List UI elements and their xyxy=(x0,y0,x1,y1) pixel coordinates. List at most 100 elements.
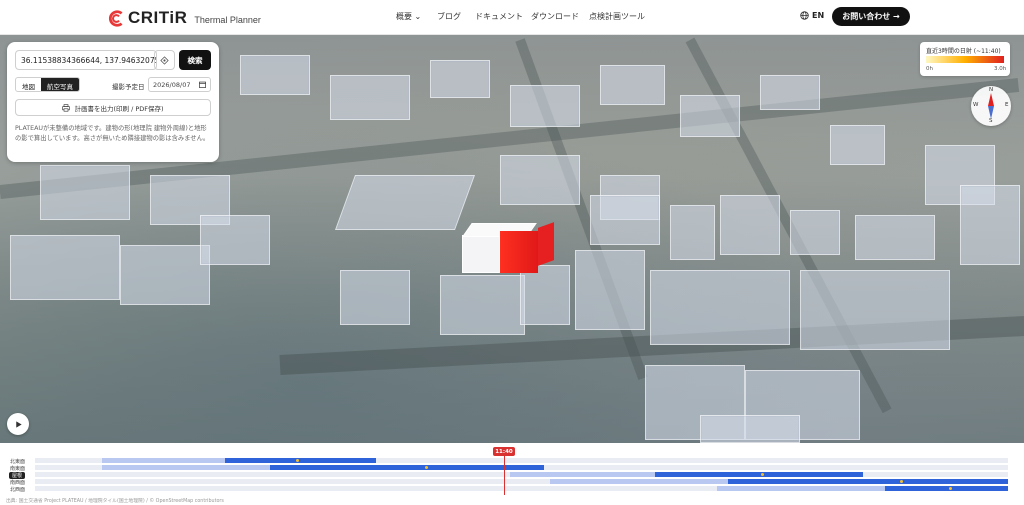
control-panel: 36.11538834366644, 137.9463207566 検索 地図 … xyxy=(7,42,219,162)
compass-widget[interactable]: N E S W xyxy=(971,86,1011,126)
timeline-segment xyxy=(728,479,1008,484)
calendar-icon xyxy=(199,81,206,88)
brand-name: CRITiR xyxy=(128,8,188,27)
building xyxy=(855,215,935,260)
sun-peak-marker xyxy=(900,480,903,483)
current-location-button[interactable] xyxy=(154,50,175,70)
building xyxy=(700,415,800,443)
view-map-tab[interactable]: 地図 xyxy=(16,78,41,91)
view-toggle: 地図 航空写真 xyxy=(15,77,80,92)
timeline-segment xyxy=(885,486,1008,491)
timeline-row[interactable] xyxy=(35,486,1008,491)
legend-color-scale xyxy=(926,56,1004,63)
printer-icon xyxy=(62,103,71,112)
building xyxy=(200,215,270,265)
building xyxy=(40,165,130,220)
target-building[interactable] xyxy=(462,222,557,273)
sun-peak-marker xyxy=(949,487,952,490)
building xyxy=(680,95,740,137)
plateau-notice: PLATEAUが未整備の地域です。建物の形(地理院 建物外周線)と地形の影で算出… xyxy=(15,125,210,142)
timeline-row[interactable] xyxy=(35,472,1008,477)
compass-e: E xyxy=(1005,102,1009,108)
heat-face-sw xyxy=(500,231,538,273)
building xyxy=(790,210,840,255)
sun-peak-marker xyxy=(296,459,299,462)
timeline-segment xyxy=(550,479,728,484)
building xyxy=(340,270,410,325)
legend-min-label: 0h xyxy=(926,66,933,72)
building xyxy=(760,75,820,110)
timeline-row-label: 南東面 xyxy=(10,466,26,472)
heat-face-se xyxy=(538,222,554,266)
building xyxy=(510,85,580,127)
building xyxy=(670,205,715,260)
nav-overview[interactable]: 概要 ⌄ xyxy=(396,11,421,22)
compass-w: W xyxy=(973,102,979,108)
nav-download[interactable]: ダウンロード xyxy=(531,11,579,22)
language-switch[interactable]: EN xyxy=(800,11,824,20)
building xyxy=(830,125,885,165)
timeline-segment xyxy=(717,486,885,491)
building xyxy=(334,175,476,230)
building xyxy=(650,270,790,345)
attribution-text: 出典: 国土交通省 Project PLATEAU / 地理院タイル(国土地理院… xyxy=(6,499,224,504)
compass-n: N xyxy=(989,87,994,93)
export-plan-label: 計画書を出力(印刷 / PDF保存) xyxy=(74,104,164,113)
globe-icon xyxy=(800,11,809,20)
building xyxy=(430,60,490,98)
building xyxy=(440,275,525,335)
current-time-indicator[interactable] xyxy=(504,455,505,495)
timeline-segment xyxy=(270,465,544,470)
building xyxy=(800,270,950,350)
brand-subtitle: Thermal Planner xyxy=(194,15,261,25)
brand-logo[interactable]: CRITiR Thermal Planner xyxy=(108,8,261,28)
building xyxy=(720,195,780,255)
timeline-row-label: 北西面 xyxy=(10,487,26,493)
export-plan-button[interactable]: 計画書を出力(印刷 / PDF保存) xyxy=(15,99,211,116)
building xyxy=(520,265,570,325)
building xyxy=(600,65,665,105)
nav-blog[interactable]: ブログ xyxy=(437,11,461,22)
building xyxy=(10,235,120,300)
coordinates-input[interactable]: 36.11538834366644, 137.9463207566 xyxy=(15,50,157,70)
timeline-row-label: 北東面 xyxy=(10,459,26,465)
timeline-segment xyxy=(655,472,863,477)
target-building-face xyxy=(462,235,500,273)
building xyxy=(960,185,1020,265)
building xyxy=(575,250,645,330)
view-aerial-tab[interactable]: 航空写真 xyxy=(41,78,79,91)
shooting-date-label: 撮影予定日 xyxy=(112,83,145,91)
language-label: EN xyxy=(812,11,825,20)
timeline-segment xyxy=(225,458,376,463)
play-icon xyxy=(15,420,22,428)
timeline-segment xyxy=(102,458,225,463)
contact-button[interactable]: お問い合わせ → xyxy=(832,7,910,26)
nav-inspection-tool[interactable]: 点検計画ツール xyxy=(589,11,645,22)
logo-mark-icon xyxy=(109,9,123,27)
shooting-date-input[interactable]: 2026/08/07 xyxy=(148,77,211,92)
timeline-row[interactable] xyxy=(35,479,1008,484)
building xyxy=(330,75,410,120)
timeline-row[interactable] xyxy=(35,465,1008,470)
timeline-row-label: 南西面 xyxy=(10,480,26,486)
search-button[interactable]: 検索 xyxy=(179,50,211,70)
building xyxy=(590,195,660,245)
building xyxy=(500,155,580,205)
timeline-row[interactable] xyxy=(35,458,1008,463)
sun-peak-marker xyxy=(425,466,428,469)
play-button[interactable] xyxy=(7,413,29,435)
building xyxy=(240,55,310,95)
compass-s: S xyxy=(989,118,993,124)
top-header: CRITiR Thermal Planner 概要 ⌄ ブログ ドキュメント ダ… xyxy=(0,0,1024,35)
shooting-date-value: 2026/08/07 xyxy=(153,81,191,89)
building xyxy=(120,245,210,305)
irradiance-legend: 直近3時間の日射 (~11:40) 0h 3.0h xyxy=(920,42,1010,76)
current-time-label[interactable]: 11:40 xyxy=(493,447,515,456)
sun-peak-marker xyxy=(761,473,764,476)
timeline-segment xyxy=(102,465,270,470)
legend-title: 直近3時間の日射 (~11:40) xyxy=(926,48,1001,55)
timeline-segment xyxy=(510,472,655,477)
nav-docs[interactable]: ドキュメント xyxy=(475,11,523,22)
legend-max-label: 3.0h xyxy=(994,66,1007,72)
location-crosshair-icon xyxy=(160,55,169,65)
